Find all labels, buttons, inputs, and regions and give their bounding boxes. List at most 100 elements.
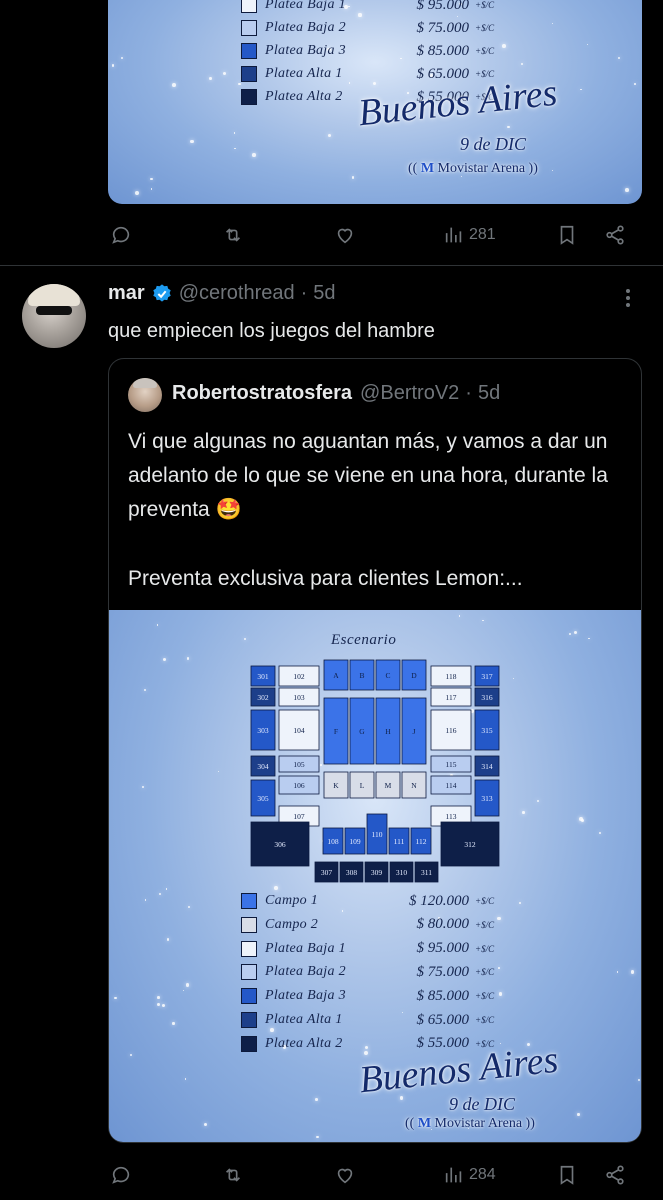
section-114: 114 bbox=[430, 775, 472, 795]
views-count: 281 bbox=[469, 226, 496, 243]
sparkle bbox=[184, 1078, 187, 1080]
retweet-button[interactable] bbox=[222, 224, 244, 246]
legend-swatch bbox=[241, 893, 257, 909]
section-116: 116 bbox=[430, 709, 472, 751]
svg-text:G: G bbox=[359, 727, 365, 736]
post-time[interactable]: 5d bbox=[313, 282, 335, 305]
reply-button[interactable] bbox=[110, 224, 132, 246]
svg-text:317: 317 bbox=[481, 672, 493, 681]
quoted-author-name: Robertostratosfera bbox=[172, 382, 353, 404]
legend-row: Platea Baja 2 $ 75.000 +$/C bbox=[241, 961, 494, 983]
sparkle bbox=[234, 147, 236, 150]
svg-text:102: 102 bbox=[293, 672, 305, 681]
svg-text:315: 315 bbox=[481, 726, 493, 735]
views-icon bbox=[445, 227, 462, 243]
event-date: 9 de DIC bbox=[460, 134, 526, 154]
verified-icon bbox=[152, 283, 171, 302]
sparkle bbox=[120, 56, 123, 59]
legend-fee: +$/C bbox=[475, 991, 495, 1002]
views-button[interactable]: 281 bbox=[443, 224, 496, 246]
legend-name: Platea Baja 2 bbox=[265, 964, 346, 980]
svg-text:117: 117 bbox=[446, 693, 457, 702]
author-name[interactable]: mar bbox=[108, 282, 145, 305]
legend-name: Platea Baja 2 bbox=[265, 20, 346, 35]
section-314: 314 bbox=[474, 755, 500, 777]
sparkle bbox=[630, 970, 634, 974]
section-115: 115 bbox=[430, 755, 472, 773]
legend-price: $ 75.000 bbox=[416, 963, 470, 980]
svg-text:305: 305 bbox=[257, 794, 269, 803]
post-text: que empiecen los juegos del hambre bbox=[108, 320, 435, 342]
quoted-avatar bbox=[128, 378, 162, 412]
section-304: 304 bbox=[250, 755, 276, 777]
section-117: 117 bbox=[430, 687, 472, 707]
share-button[interactable] bbox=[604, 224, 626, 246]
sparkle bbox=[203, 1123, 207, 1127]
retweet-button-2[interactable] bbox=[222, 1164, 244, 1186]
more-button[interactable] bbox=[620, 286, 636, 310]
svg-text:M: M bbox=[385, 781, 392, 790]
legend-swatch bbox=[241, 1012, 257, 1028]
reply-button-2[interactable] bbox=[110, 1164, 132, 1186]
legend-swatch bbox=[241, 988, 257, 1005]
legend-name: Campo 1 bbox=[265, 893, 319, 908]
legend-fee: +$/C bbox=[475, 0, 495, 10]
legend-price: $ 85.000 bbox=[416, 987, 470, 1004]
bookmark-button-2[interactable] bbox=[556, 1164, 578, 1186]
legend-fee: +$/C bbox=[475, 919, 495, 930]
section-D: D bbox=[401, 659, 427, 691]
section-307: 307 bbox=[314, 861, 339, 883]
sparkle bbox=[166, 938, 170, 941]
sparkle bbox=[111, 64, 115, 68]
legend-name: Platea Alta 2 bbox=[265, 1035, 343, 1051]
share-button-2[interactable] bbox=[604, 1164, 626, 1186]
more-icon bbox=[626, 289, 630, 307]
author-handle[interactable]: @cerothread bbox=[179, 282, 295, 305]
svg-text:113: 113 bbox=[446, 812, 457, 821]
sparkle bbox=[497, 916, 501, 921]
section-302: 302 bbox=[250, 687, 276, 707]
section-108: 108 bbox=[322, 827, 344, 855]
section-301: 301 bbox=[250, 665, 276, 687]
legend-fee: +$/C bbox=[475, 46, 495, 56]
section-B: B bbox=[349, 659, 375, 691]
svg-text:116: 116 bbox=[446, 726, 457, 735]
star-eyes-emoji: 🤩 bbox=[215, 498, 242, 521]
svg-text:H: H bbox=[385, 727, 391, 736]
reply-icon bbox=[112, 1166, 130, 1184]
avatar[interactable] bbox=[22, 284, 86, 348]
legend-fee: +$/C bbox=[475, 943, 495, 954]
quoted-post-image[interactable]: Escenario A B C D F G H J K L M N 301 302 303 304 305 317… bbox=[109, 610, 641, 1142]
legend-name: Campo 2 bbox=[265, 916, 319, 932]
tweet-1-image[interactable]: Platea Baja 1 $ 95.000 +$/C Platea Baja 2 $ … bbox=[108, 0, 642, 204]
like-button-2[interactable] bbox=[334, 1164, 356, 1186]
quoted-post-text: Vi que algunas no aguantan más, y vamos … bbox=[128, 430, 608, 521]
legend-row: Platea Baja 3 $ 85.000 +$/C bbox=[241, 985, 494, 1007]
section-118: 118 bbox=[430, 665, 472, 687]
legend-swatch bbox=[241, 1035, 257, 1052]
sparkle bbox=[134, 190, 139, 195]
legend-fee: +$/C bbox=[475, 967, 495, 978]
quoted-post-time: 5d bbox=[477, 382, 501, 404]
legend-swatch bbox=[241, 66, 257, 82]
section-105: 105 bbox=[278, 755, 320, 773]
svg-text:110: 110 bbox=[372, 830, 383, 839]
views-icon bbox=[445, 1167, 462, 1183]
seat-map: A B C D F G H J K L M N 301 302 303 304 305 317 316 315 314 3… bbox=[250, 659, 500, 883]
svg-text:301: 301 bbox=[257, 672, 269, 681]
svg-text:104: 104 bbox=[293, 726, 305, 735]
quoted-author-handle: @BertroV2 bbox=[360, 382, 460, 404]
svg-text:308: 308 bbox=[346, 868, 358, 877]
legend-row: Platea Baja 2 $ 75.000 +$/C bbox=[241, 17, 494, 39]
legend-price: $ 95.000 bbox=[416, 940, 470, 957]
section-109: 109 bbox=[344, 827, 366, 855]
legend-fee: +$/C bbox=[475, 896, 495, 906]
sparkle bbox=[315, 1097, 318, 1101]
quoted-post-text-2: Preventa exclusiva para clientes Lemon:.… bbox=[128, 567, 523, 590]
section-112: 112 bbox=[410, 827, 432, 855]
views-button-2[interactable]: 284 bbox=[443, 1164, 496, 1186]
legend-row: Campo 2 $ 80.000 +$/C bbox=[241, 914, 494, 936]
share-icon bbox=[606, 225, 624, 245]
bookmark-button[interactable] bbox=[556, 224, 578, 246]
like-button[interactable] bbox=[334, 224, 356, 246]
